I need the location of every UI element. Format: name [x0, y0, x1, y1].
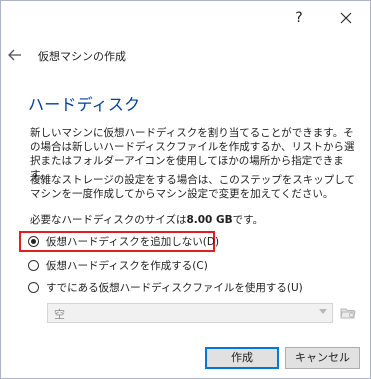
- disk-file-select[interactable]: 空: [47, 303, 333, 323]
- create-button[interactable]: 作成: [205, 347, 279, 369]
- back-arrow-icon: [8, 49, 21, 61]
- disk-file-select-value: 空: [54, 308, 65, 321]
- size-prefix: 必要なハードディスクのサイズは: [30, 214, 187, 226]
- close-button[interactable]: [334, 7, 358, 29]
- radio-no-disk[interactable]: 仮想ハードディスクを追加しない(D): [28, 233, 219, 250]
- radio-use-existing-disk-label: すでにある仮想ハードディスクファイルを使用する(U): [46, 282, 303, 294]
- radio-create-disk[interactable]: 仮想ハードディスクを作成する(C): [28, 257, 208, 274]
- wizard-title: 仮想マシンの作成: [38, 50, 126, 63]
- radio-no-disk-label: 仮想ハードディスクを追加しない(D): [46, 236, 220, 248]
- title-bar: ?: [1, 1, 370, 33]
- help-button[interactable]: ?: [287, 7, 311, 29]
- page-heading: ハードディスク: [28, 95, 141, 114]
- chevron-down-icon: [319, 309, 327, 314]
- storage-note-paragraph: 複雑なストレージの設定をする場合は、このステップをスキップしてマシンを一度作成し…: [30, 174, 355, 200]
- size-suffix: です。: [232, 214, 264, 226]
- size-value: 8.00 GB: [186, 214, 233, 226]
- close-icon: [340, 12, 352, 24]
- back-button[interactable]: [7, 48, 23, 62]
- recommended-size-text: 必要なハードディスクのサイズは8.00 GBです。: [30, 212, 263, 227]
- radio-indicator[interactable]: [28, 260, 39, 271]
- choose-disk-file-button[interactable]: [339, 304, 357, 322]
- radio-indicator[interactable]: [28, 282, 39, 293]
- radio-create-disk-label: 仮想ハードディスクを作成する(C): [46, 260, 208, 272]
- folder-icon: [340, 308, 356, 319]
- radio-indicator-checked[interactable]: [28, 236, 39, 247]
- radio-use-existing-disk[interactable]: すでにある仮想ハードディスクファイルを使用する(U): [28, 279, 303, 296]
- create-vm-dialog: ? 仮想マシンの作成 ハードディスク 新しいマシンに仮想ハードディスクを割り当て…: [0, 0, 371, 379]
- cancel-button[interactable]: キャンセル: [285, 347, 360, 369]
